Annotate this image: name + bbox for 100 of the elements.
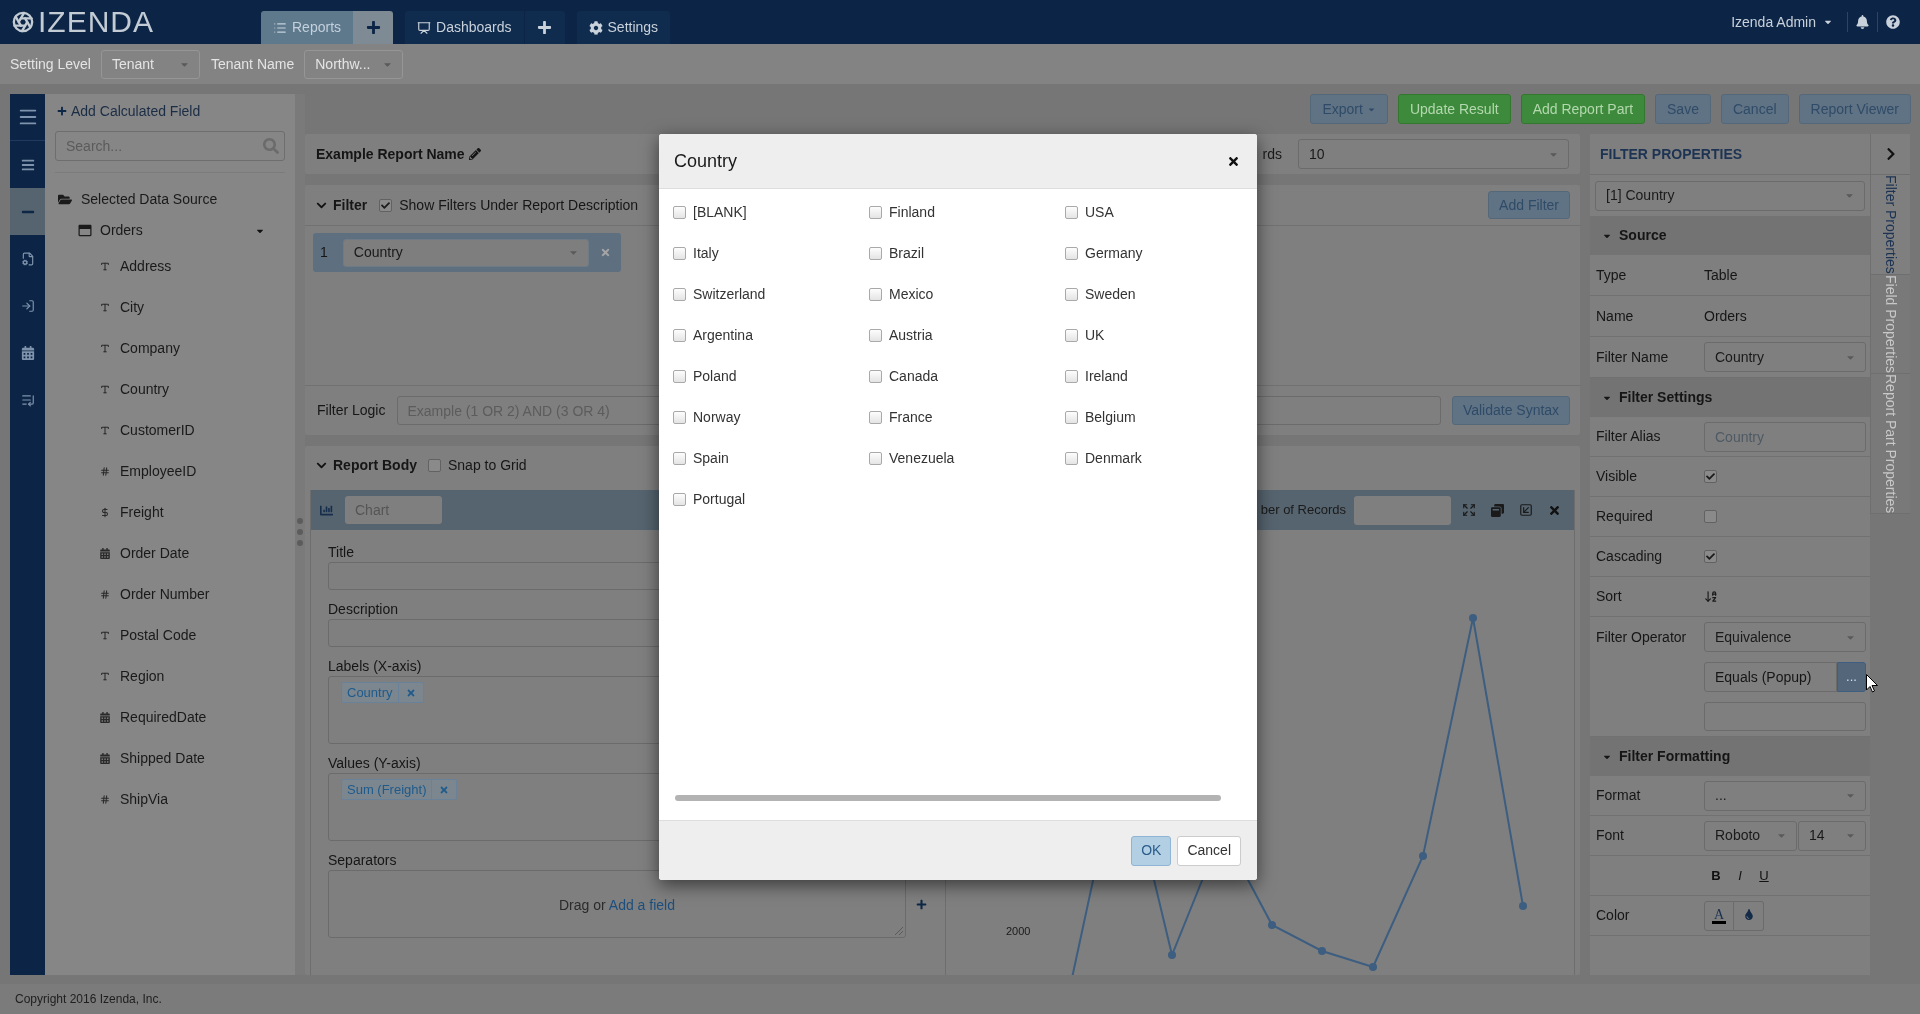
remove-icon[interactable] (600, 247, 611, 258)
tree-item[interactable]: City (55, 287, 285, 328)
checkbox[interactable] (1065, 329, 1078, 342)
help-icon[interactable] (1886, 15, 1900, 29)
scrollbar[interactable] (675, 795, 1221, 801)
checkbox[interactable] (673, 411, 686, 424)
checkbox[interactable] (869, 247, 882, 260)
checkbox[interactable] (869, 411, 882, 424)
sort-az-icon[interactable] (1704, 589, 1718, 604)
checkbox[interactable] (673, 288, 686, 301)
plus-icon[interactable] (916, 898, 927, 910)
section-header[interactable]: Filter Formatting (1590, 737, 1870, 776)
records-input[interactable] (1354, 495, 1451, 525)
checkbox[interactable] (869, 329, 882, 342)
side-tab[interactable]: Filter Properties (1870, 175, 1910, 275)
checkbox[interactable] (1704, 510, 1717, 523)
tree-item[interactable]: Postal Code (55, 615, 285, 656)
select[interactable]: Country (1704, 342, 1866, 372)
tree-item[interactable]: Orders (55, 215, 285, 246)
tree-item[interactable]: Freight (55, 492, 285, 533)
checkbox[interactable] (1704, 550, 1717, 563)
checkbox[interactable] (673, 452, 686, 465)
section-header[interactable]: Source (1590, 216, 1870, 255)
expand-icon[interactable] (1462, 503, 1476, 517)
field-label: Description (328, 600, 399, 619)
checkbox[interactable] (869, 370, 882, 383)
checkbox[interactable] (1065, 247, 1078, 260)
check-icon (381, 200, 391, 210)
drop-zone[interactable]: Drag or Add a field (328, 870, 906, 938)
side-tab[interactable]: Report Part Properties (1870, 373, 1910, 515)
browse-button[interactable]: ... (1837, 662, 1866, 692)
tree-item[interactable]: Region (55, 656, 285, 697)
select[interactable]: 10 (1298, 139, 1569, 169)
checkbox[interactable] (1704, 470, 1717, 483)
tree-item[interactable]: Order Number (55, 574, 285, 615)
tree-item[interactable]: Selected Data Source (55, 184, 285, 215)
pencil-icon[interactable] (468, 148, 481, 160)
fill-color-button[interactable] (1734, 900, 1764, 931)
remove-icon[interactable] (439, 784, 450, 795)
tree-item[interactable]: CustomerID (55, 410, 285, 451)
user-menu[interactable]: Izenda Admin (1731, 11, 1847, 33)
nav-tab[interactable]: Reports (261, 11, 354, 44)
select[interactable]: Equivalence (1704, 622, 1866, 652)
toolbar-button[interactable]: Update Result (1397, 94, 1511, 124)
tree-item[interactable]: Shipped Date (55, 738, 285, 779)
checkbox[interactable] (379, 198, 393, 212)
records-label: rds (1262, 144, 1282, 164)
tree-item[interactable]: Country (55, 369, 285, 410)
nav-tab[interactable]: Settings (576, 11, 671, 44)
drop-hint: Drag or Add a field (558, 896, 676, 915)
checkbox[interactable] (1065, 288, 1078, 301)
select[interactable]: 14 (1798, 820, 1866, 851)
select[interactable]: [1] Country (1595, 180, 1865, 211)
text-style-button[interactable]: B (1704, 863, 1728, 888)
select[interactable]: Country (342, 238, 589, 267)
text-style-button[interactable]: I (1728, 863, 1752, 888)
nav-tab[interactable]: Dashboards (405, 11, 524, 44)
remove-icon[interactable] (405, 687, 416, 698)
add-calculated-field-button[interactable]: Add Calculated Field (57, 104, 201, 118)
cursor-icon (1866, 674, 1878, 693)
text-style-button[interactable]: U (1752, 863, 1776, 888)
notification-bell-icon[interactable] (1856, 15, 1869, 29)
font-color-button[interactable]: A (1704, 900, 1734, 931)
checkbox[interactable] (1065, 411, 1078, 424)
resize-grip-icon[interactable] (895, 927, 903, 935)
tree-item[interactable]: Company (55, 328, 285, 369)
checkbox[interactable] (673, 247, 686, 260)
document-gear-icon (20, 251, 35, 266)
tree-item[interactable]: EmployeeID (55, 451, 285, 492)
drag-handle-icon[interactable] (297, 518, 303, 546)
tree-item[interactable]: ShipVia (55, 779, 285, 820)
option-label: Argentina (693, 326, 753, 345)
checkbox[interactable] (428, 459, 441, 472)
checkbox[interactable] (673, 206, 686, 219)
add-button[interactable] (353, 11, 394, 44)
checkbox[interactable] (869, 452, 882, 465)
operand-input[interactable]: Equals (Popup) (1704, 662, 1837, 692)
checkbox[interactable] (1065, 206, 1078, 219)
checkbox[interactable] (673, 370, 686, 383)
chevron-down-icon[interactable] (316, 460, 327, 471)
section-header[interactable]: Filter Settings (1590, 378, 1870, 417)
restore-icon[interactable] (1491, 503, 1504, 517)
checkbox[interactable] (1065, 452, 1078, 465)
close-icon[interactable] (1227, 154, 1240, 168)
tree-item[interactable]: Order Date (55, 533, 285, 574)
checkbox[interactable] (673, 329, 686, 342)
toolbar-button[interactable]: Add Report Part (1520, 94, 1646, 124)
select[interactable]: Roboto (1704, 820, 1797, 851)
side-tab[interactable]: Field Properties (1870, 274, 1910, 374)
tree-item[interactable]: Address (55, 246, 285, 287)
select[interactable]: ... (1704, 780, 1866, 811)
add-button[interactable] (524, 11, 565, 44)
checkbox[interactable] (1065, 370, 1078, 383)
tree-item[interactable]: RequiredDate (55, 697, 285, 738)
checkbox[interactable] (869, 288, 882, 301)
checkbox[interactable] (673, 493, 686, 506)
search-icon[interactable] (263, 138, 279, 154)
chevron-right-icon[interactable] (1884, 147, 1897, 161)
property-value: Table (1704, 265, 1738, 285)
checkbox[interactable] (869, 206, 882, 219)
